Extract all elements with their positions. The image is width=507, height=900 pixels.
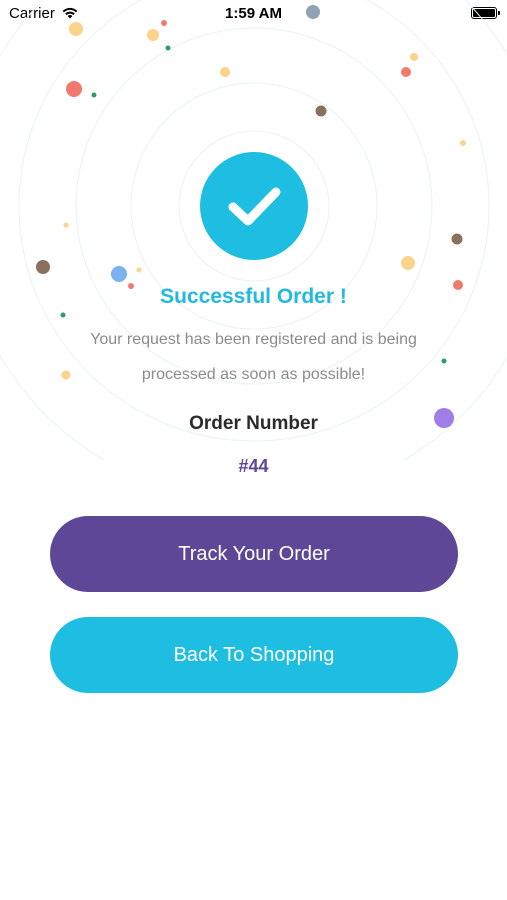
success-check-badge bbox=[200, 152, 308, 260]
track-order-button[interactable]: Track Your Order bbox=[50, 516, 458, 592]
success-description: Your request has been registered and is … bbox=[90, 331, 417, 383]
order-number-label: Order Number bbox=[189, 413, 318, 434]
back-to-shopping-button[interactable]: Back To Shopping bbox=[50, 617, 458, 693]
checkmark-icon bbox=[228, 187, 281, 226]
success-title: Successful Order ! bbox=[160, 285, 347, 308]
order-number-value: #44 bbox=[238, 456, 269, 476]
